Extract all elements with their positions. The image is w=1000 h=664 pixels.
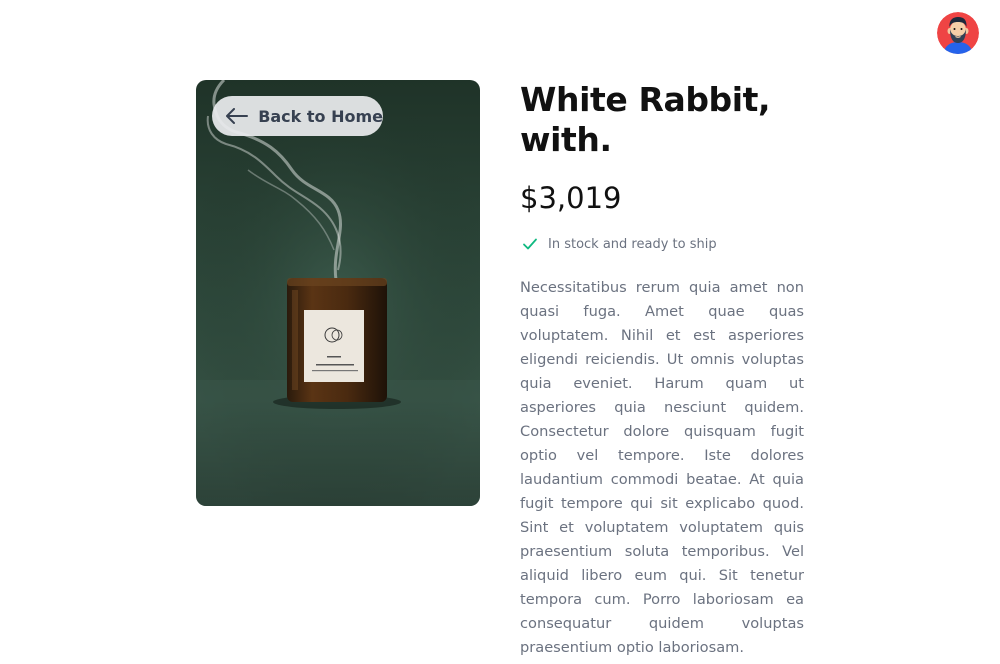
stock-status: In stock and ready to ship xyxy=(520,234,804,254)
check-icon xyxy=(520,234,540,254)
candle-photo xyxy=(196,80,480,506)
product-description: Necessitatibus rerum quia amet non quasi… xyxy=(520,279,804,656)
user-avatar[interactable] xyxy=(937,12,979,54)
stock-status-text: In stock and ready to ship xyxy=(548,236,717,252)
product-title: White Rabbit, with. xyxy=(520,80,771,159)
arrow-left-icon xyxy=(226,106,249,126)
product-image-card: Back to Home xyxy=(196,80,480,506)
bearded-man-avatar-icon xyxy=(937,12,979,54)
product-details: White Rabbit, with. $3,019 In stock and … xyxy=(520,80,804,664)
back-to-home-button[interactable]: Back to Home xyxy=(212,96,383,136)
product-page: Back to Home White Rabbit, with. $3,019 … xyxy=(0,0,1000,664)
back-to-home-label: Back to Home xyxy=(258,106,383,126)
product-price: $3,019 xyxy=(520,181,622,215)
